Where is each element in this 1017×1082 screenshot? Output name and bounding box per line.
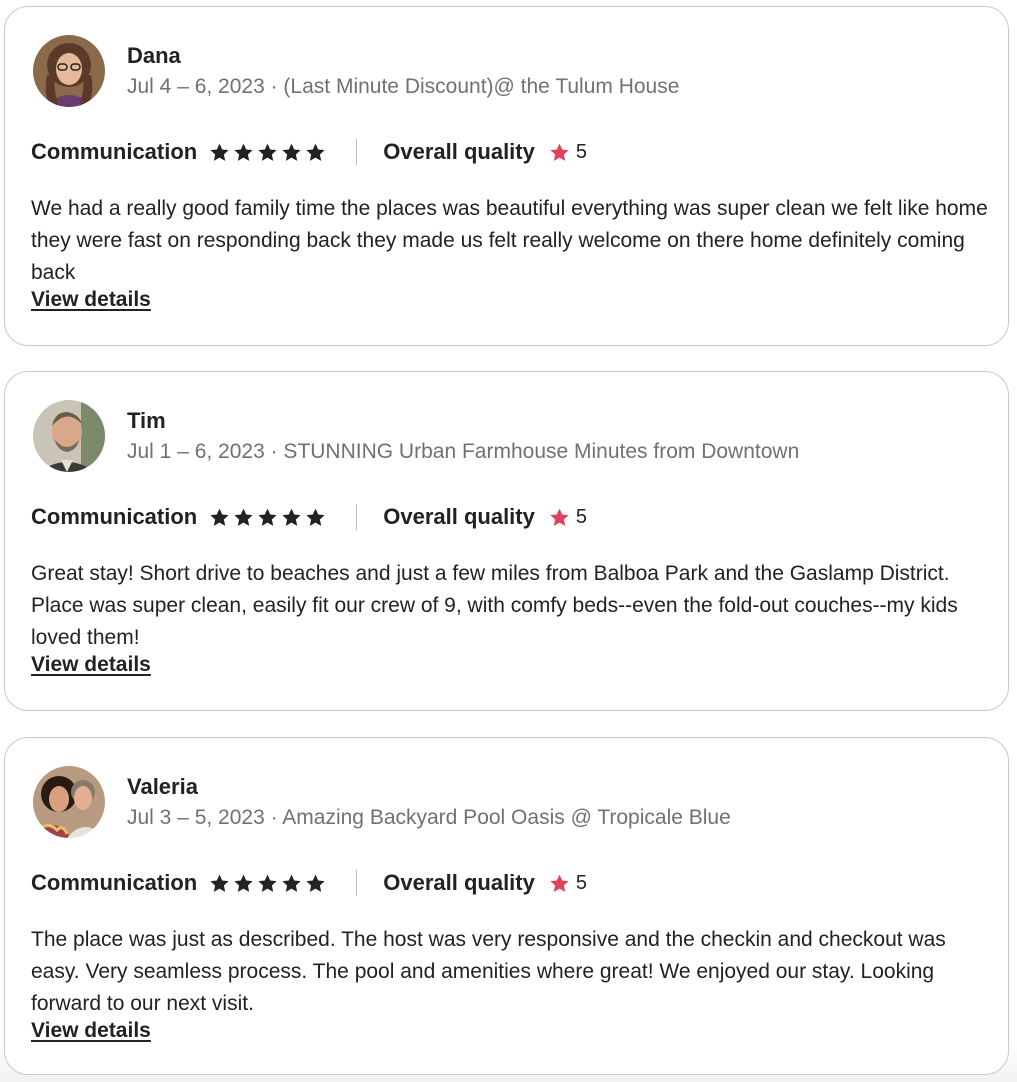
view-details-link[interactable]: View details	[31, 653, 151, 677]
star-icon	[234, 874, 253, 892]
star-icon	[282, 143, 301, 161]
communication-label: Communication	[31, 870, 198, 895]
ratings-row: Communication Overall quality 5	[31, 500, 587, 534]
stay-details: Jul 3 – 5, 2023 · Amazing Backyard Pool …	[127, 806, 731, 829]
overall-quality-value: 5	[575, 871, 587, 894]
avatar[interactable]	[33, 400, 105, 472]
star-icon	[258, 143, 277, 161]
divider	[356, 504, 358, 530]
overall-quality-label: Overall quality	[383, 139, 535, 164]
star-icon	[282, 508, 301, 526]
communication-stars	[209, 873, 326, 894]
divider	[356, 139, 358, 165]
avatar[interactable]	[33, 35, 105, 107]
communication-stars	[209, 507, 326, 528]
communication-label: Communication	[31, 504, 198, 529]
review-text: The place was just as described. The hos…	[31, 928, 946, 1015]
reviews-list: Dana Jul 4 – 6, 2023 · (Last Minute Disc…	[0, 0, 1017, 1082]
ratings-row: Communication Overall quality 5	[31, 866, 587, 900]
view-details-link[interactable]: View details	[31, 288, 151, 312]
star-icon	[210, 508, 229, 526]
communication-stars	[209, 142, 326, 163]
stay-details: Jul 1 – 6, 2023 · STUNNING Urban Farmhou…	[127, 440, 800, 463]
star-icon	[258, 874, 277, 892]
review-card: Dana Jul 4 – 6, 2023 · (Last Minute Disc…	[4, 6, 1009, 346]
star-icon	[210, 143, 229, 161]
star-icon	[550, 508, 569, 526]
overall-quality-value: 5	[575, 505, 587, 528]
overall-quality-value: 5	[575, 140, 587, 163]
review-text: Great stay! Short drive to beaches and j…	[31, 562, 958, 649]
overall-quality-label: Overall quality	[383, 504, 535, 529]
overall-quality-label: Overall quality	[383, 870, 535, 895]
star-icon	[210, 874, 229, 892]
review-card: Valeria Jul 3 – 5, 2023 · Amazing Backya…	[4, 737, 1009, 1075]
review-card: Tim Jul 1 – 6, 2023 · STUNNING Urban Far…	[4, 371, 1009, 711]
star-icon	[234, 143, 253, 161]
communication-label: Communication	[31, 139, 198, 164]
star-icon	[306, 143, 325, 161]
star-icon	[550, 874, 569, 892]
view-details-link[interactable]: View details	[31, 1019, 151, 1043]
star-icon	[282, 874, 301, 892]
star-icon	[306, 508, 325, 526]
reviewer-name: Tim	[127, 408, 166, 433]
star-icon	[234, 508, 253, 526]
avatar[interactable]	[33, 766, 105, 838]
star-icon	[306, 874, 325, 892]
reviewer-name: Dana	[127, 43, 181, 68]
ratings-row: Communication Overall quality 5	[31, 135, 587, 169]
review-text: We had a really good family time the pla…	[31, 197, 988, 284]
stay-details: Jul 4 – 6, 2023 · (Last Minute Discount)…	[127, 75, 680, 98]
reviewer-name: Valeria	[127, 774, 198, 799]
star-icon	[550, 143, 569, 161]
divider	[356, 870, 358, 896]
star-icon	[258, 508, 277, 526]
